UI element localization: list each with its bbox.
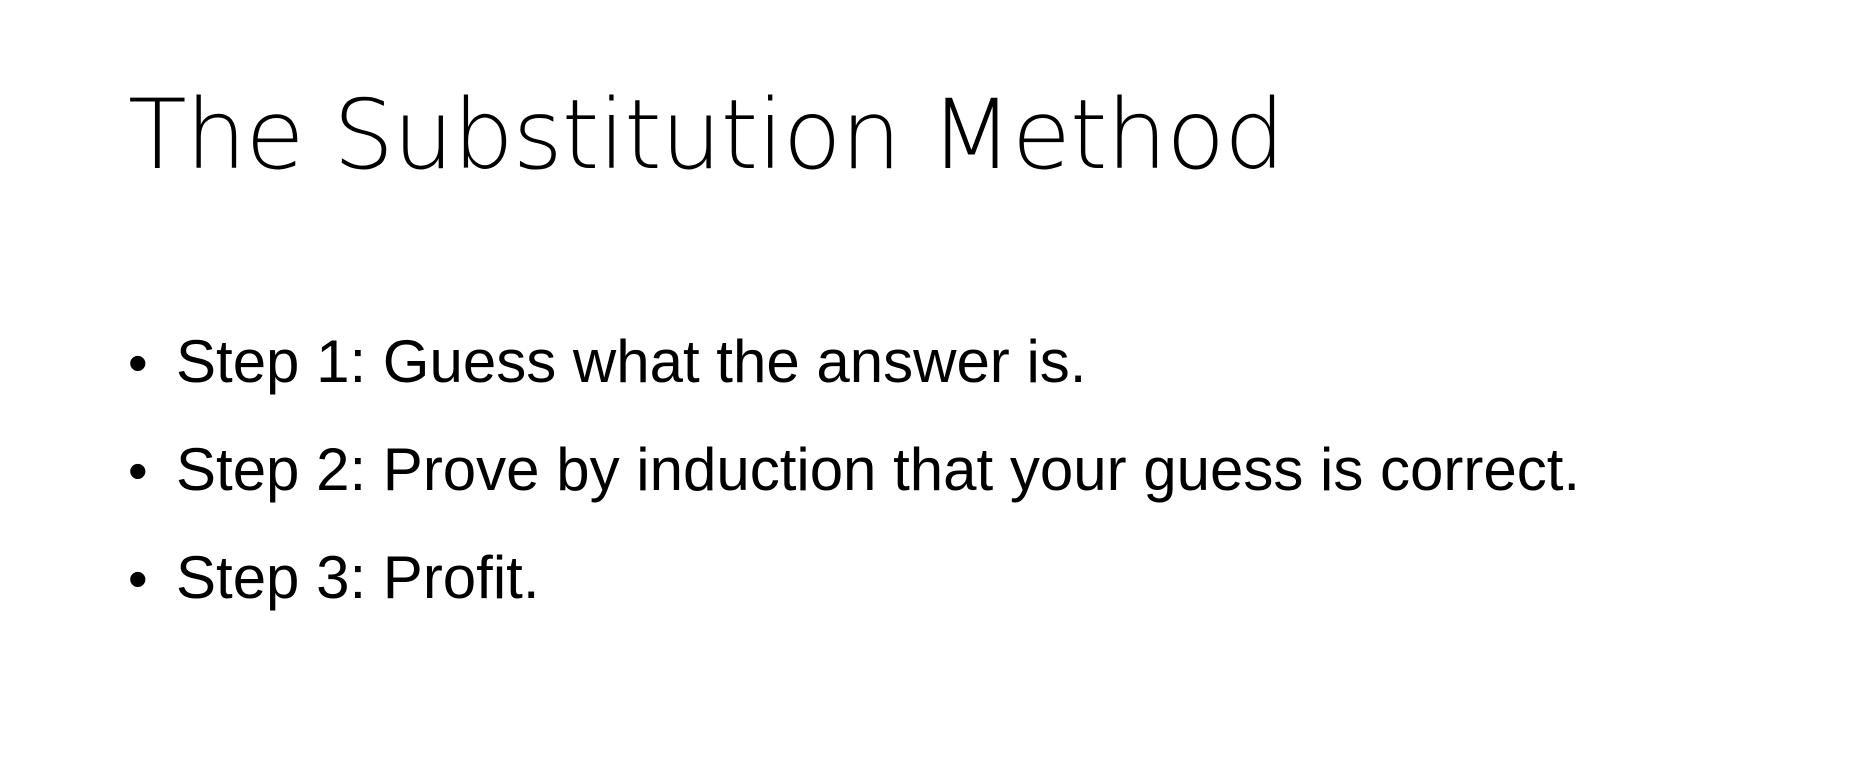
list-item: • Step 3: Profit. (128, 524, 1580, 632)
bullet-icon: • (128, 439, 148, 502)
slide: The Substitution Method • Step 1: Guess … (0, 0, 1856, 772)
bullet-text: Step 1: Guess what the answer is. (176, 328, 1087, 395)
bullet-icon: • (128, 331, 148, 394)
list-item: • Step 1: Guess what the answer is. (128, 308, 1580, 416)
list-item: • Step 2: Prove by induction that your g… (128, 416, 1580, 524)
slide-title: The Substitution Method (128, 79, 1285, 191)
bullet-text: Step 2: Prove by induction that your gue… (176, 436, 1581, 503)
bullet-icon: • (128, 547, 148, 610)
bullet-text: Step 3: Profit. (176, 544, 540, 611)
bullet-list: • Step 1: Guess what the answer is. • St… (128, 308, 1580, 632)
